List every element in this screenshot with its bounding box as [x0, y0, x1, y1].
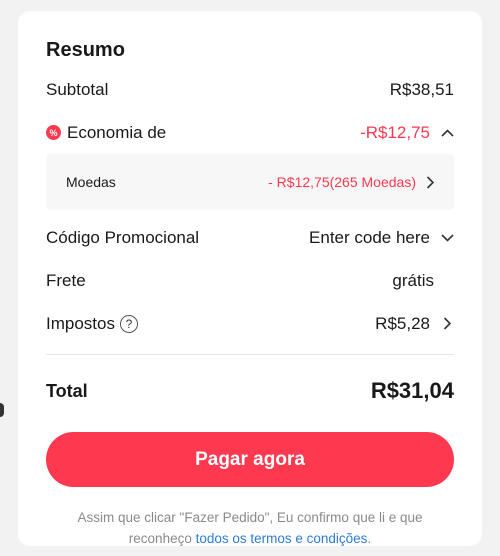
discount-icon: %	[46, 125, 61, 140]
taxes-row[interactable]: Impostos ? R$5,28	[46, 302, 454, 345]
divider	[46, 354, 454, 355]
chevron-down-icon[interactable]	[440, 231, 454, 245]
promo-code-label: Código Promocional	[46, 227, 200, 247]
terms-link[interactable]: todos os termos e condições	[196, 531, 368, 546]
coins-value: - R$12,75(265 Moedas)	[268, 174, 416, 190]
subtotal-row: Subtotal R$38,51	[46, 68, 454, 111]
disclaimer-end: .	[367, 531, 372, 546]
shipping-label: Frete	[46, 270, 86, 290]
coins-row[interactable]: Moedas - R$12,75(265 Moedas)	[46, 154, 454, 210]
taxes-value: R$5,28	[375, 313, 430, 333]
coins-label: Moedas	[66, 174, 116, 190]
help-icon[interactable]: ?	[119, 314, 138, 333]
taxes-label: Impostos	[46, 313, 115, 333]
pay-now-button[interactable]: Pagar agora	[46, 432, 454, 487]
total-value: R$31,04	[370, 378, 454, 403]
savings-value: -R$12,75	[360, 122, 430, 142]
order-summary-card: Resumo Subtotal R$38,51 % Economia de -R…	[18, 11, 482, 546]
promo-code-input[interactable]: Enter code here	[309, 228, 430, 248]
summary-title: Resumo	[46, 39, 125, 61]
savings-row[interactable]: % Economia de -R$12,75	[46, 111, 454, 154]
subtotal-value: R$38,51	[389, 79, 454, 99]
chevron-right-icon[interactable]	[440, 317, 454, 331]
terms-disclaimer: Assim que clicar "Fazer Pedido", Eu conf…	[46, 507, 454, 549]
chevron-up-icon[interactable]	[440, 126, 454, 140]
total-label: Total	[46, 380, 88, 401]
total-row: Total R$31,04	[46, 362, 454, 420]
chevron-right-icon[interactable]	[426, 175, 434, 189]
shipping-row: Frete grátis	[46, 259, 454, 302]
shipping-value: grátis	[392, 270, 434, 290]
page-edge-marker	[0, 403, 4, 417]
savings-label: Economia de	[67, 122, 167, 142]
subtotal-label: Subtotal	[46, 79, 109, 99]
promo-code-row[interactable]: Código Promocional Enter code here	[46, 216, 454, 259]
